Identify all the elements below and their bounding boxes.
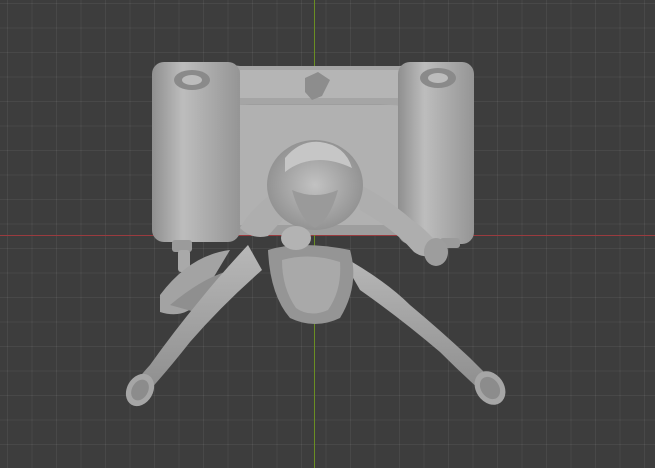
right-leg xyxy=(340,255,506,405)
skirt xyxy=(268,245,354,324)
left-tank xyxy=(152,62,240,272)
3d-viewport[interactable] xyxy=(0,0,655,468)
sculpt-model[interactable] xyxy=(0,0,655,468)
